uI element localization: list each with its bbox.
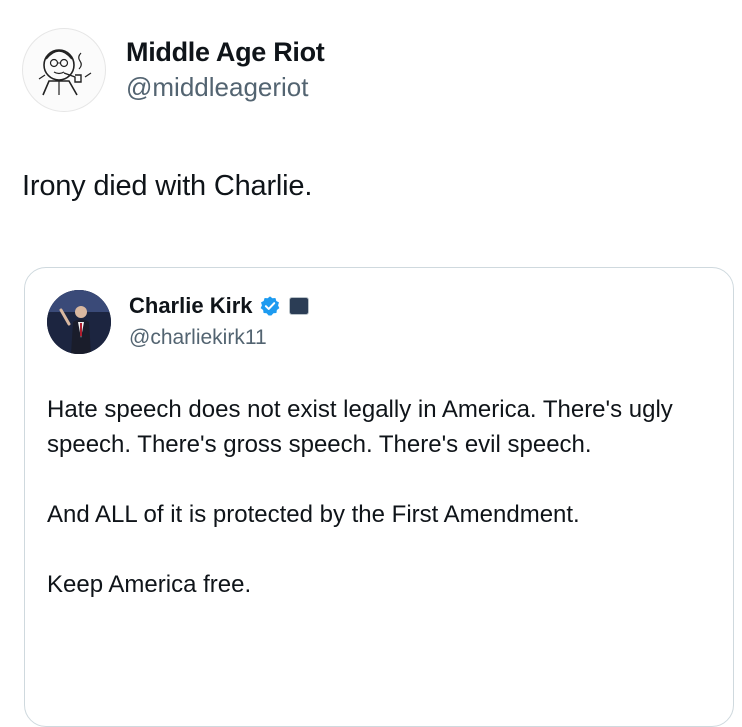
author-info: Middle Age Riot @middleageriot — [126, 36, 325, 104]
quoted-author-name[interactable]: Charlie Kirk — [129, 292, 253, 320]
quoted-tweet-paragraph: Keep America free. — [47, 571, 252, 598]
quoted-author-handle[interactable]: @charliekirk11 — [129, 324, 309, 352]
tweet-text: Irony died with Charlie. — [22, 170, 313, 202]
cartoon-man-with-pipe-icon — [38, 49, 92, 96]
profile-photo-icon — [47, 290, 111, 354]
author-avatar[interactable] — [22, 28, 106, 112]
tweet-header: Middle Age Riot @middleageriot — [22, 28, 325, 112]
quoted-tweet-header: Charlie Kirk @charliekirk11 — [47, 290, 309, 354]
quoted-author-info: Charlie Kirk @charliekirk11 — [129, 292, 309, 352]
quoted-author-avatar[interactable] — [47, 290, 111, 354]
affiliate-badge-icon[interactable] — [288, 297, 309, 315]
author-name[interactable]: Middle Age Riot — [126, 36, 325, 69]
quoted-tweet-card[interactable]: Charlie Kirk @charliekirk11 Hate speech … — [24, 267, 734, 727]
quoted-author-name-row: Charlie Kirk — [129, 292, 309, 320]
quoted-tweet-body: Hate speech does not exist legally in Am… — [47, 392, 717, 637]
verified-badge-icon — [260, 296, 279, 316]
quoted-tweet-paragraph: Hate speech does not exist legally in Am… — [47, 396, 673, 458]
quoted-tweet-paragraph: And ALL of it is protected by the First … — [47, 501, 580, 528]
author-handle[interactable]: @middleageriot — [126, 70, 325, 104]
